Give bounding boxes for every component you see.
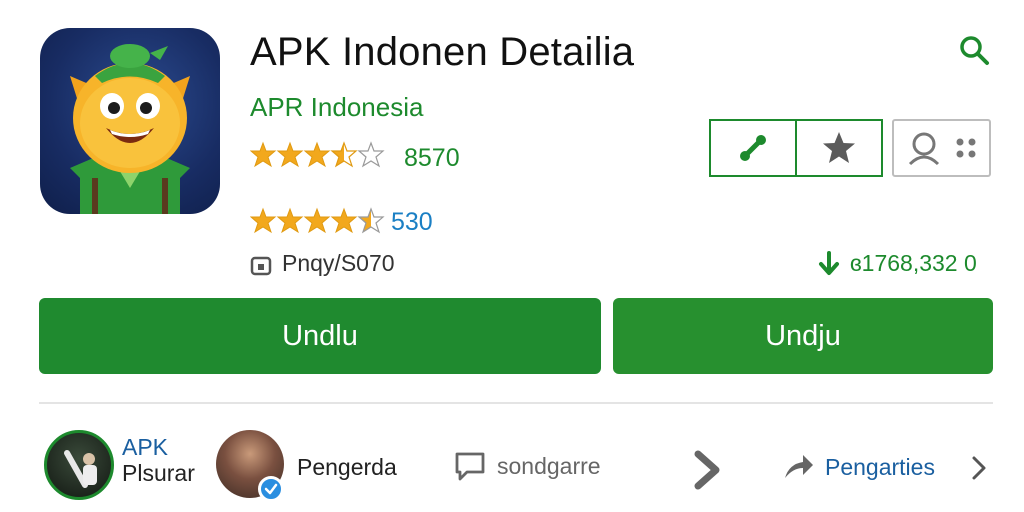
share-link-button[interactable]	[711, 121, 795, 175]
rating-count-secondary: 530	[391, 208, 433, 236]
bottom-actions-row: APK Plsurar Pengerda sondgarre Pengartie…	[0, 420, 1024, 510]
download-count: ɞ1768,332 0	[818, 250, 977, 277]
star-rating-icon	[250, 142, 384, 167]
chevron-right-icon	[972, 456, 986, 480]
rating-count-primary: 8570	[404, 144, 460, 172]
star-rating-primary	[250, 140, 390, 170]
apk-label-line1: APK	[122, 434, 169, 460]
privacy-info: Pnqy/S070	[250, 250, 395, 277]
share-label: Pengarties	[825, 453, 935, 480]
download-button-secondary[interactable]: Undju	[613, 298, 993, 374]
download-button-primary[interactable]: Undlu	[39, 298, 601, 374]
downloads-text: ɞ1768,332 0	[850, 250, 977, 276]
more-chevron[interactable]	[968, 454, 990, 487]
app-icon	[40, 28, 220, 214]
download-arrow-icon	[819, 250, 839, 275]
more-dots-icon	[956, 138, 975, 158]
section-divider	[39, 402, 993, 404]
verified-badge-icon	[258, 476, 284, 502]
search-icon	[960, 36, 989, 65]
comment-icon	[455, 452, 485, 481]
app-title: APK Indonen Detailia	[250, 30, 635, 74]
people-button[interactable]	[892, 119, 991, 177]
mascot-illustration	[70, 44, 190, 214]
action-segment	[709, 119, 883, 177]
developer-link[interactable]: APR Indonesia	[250, 92, 423, 123]
star-icon	[823, 132, 855, 163]
avatar-image	[64, 450, 97, 488]
lock-icon	[250, 256, 272, 275]
share-button[interactable]: Pengarties	[781, 452, 935, 482]
search-button[interactable]	[954, 30, 994, 70]
star-rating-secondary	[250, 206, 390, 236]
profile-name[interactable]: Pengerda	[297, 454, 397, 481]
favorite-button[interactable]	[795, 121, 881, 175]
apk-avatar[interactable]	[44, 430, 114, 500]
next-button[interactable]	[690, 450, 724, 495]
share-arrow-icon	[785, 455, 813, 478]
chevron-right-icon	[694, 450, 720, 490]
star-rating-icon	[250, 208, 384, 233]
apk-label[interactable]: APK Plsurar	[122, 434, 195, 486]
comment-label: sondgarre	[497, 452, 601, 479]
people-icon	[908, 132, 939, 166]
privacy-text: Pnqy/S070	[282, 250, 395, 276]
link-icon	[740, 135, 766, 161]
apk-label-line2: Plsurar	[122, 460, 195, 486]
comment-button[interactable]: sondgarre	[453, 450, 601, 482]
